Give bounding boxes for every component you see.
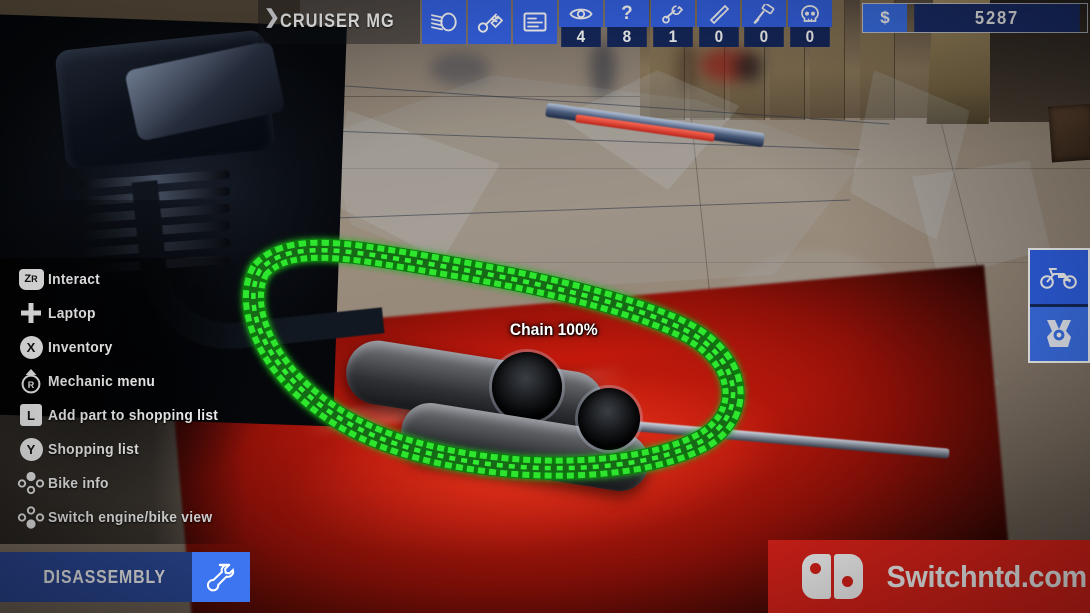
mode-icon-panel[interactable] [192,552,250,602]
mode-bar[interactable]: DISASSEMBLY [0,552,250,602]
dpad-down-icon [14,505,48,529]
paint-icon-wrap [742,0,787,27]
currency-symbol: $ [863,4,907,32]
key-tag-icon-button[interactable] [467,0,512,44]
rust-icon [801,4,819,22]
eye-icon [569,8,593,19]
mode-label: DISASSEMBLY [42,566,166,587]
motorcycle-icon [1040,268,1077,289]
key-tag-icon [477,13,503,33]
joycon-stick [842,576,853,587]
control-label: Laptop [48,304,96,322]
dpad-down-glyph [17,506,45,529]
order-list-icon-button[interactable] [513,0,558,44]
workbench-box [1048,103,1090,163]
bike-status-bar: ❯ CRUISER MG 4 ? 8 1 0 0 0 [258,0,833,47]
bike-view-button[interactable] [1030,250,1088,304]
paint-needed-icon [754,3,775,24]
watermark-text: Switchntd.com [886,558,1088,594]
zr-button-glyph: ZR [18,268,44,290]
stat-rust-value: 0 [790,27,830,47]
control-hint-add-part[interactable]: L Add part to shopping list [0,398,246,432]
engine-view-button[interactable] [1030,307,1088,361]
control-label: Bike info [48,474,109,492]
money-display: $ 5287 [862,3,1088,33]
controls-hint-panel: ZR Interact Laptop X Inventory R Mechani… [0,258,246,544]
l-button-glyph: L [20,404,42,426]
stat-unknown-value: 8 [607,27,647,47]
control-label: Mechanic menu [48,372,156,390]
dpad-up-glyph [17,471,45,495]
right-stick-glyph: R [21,369,41,394]
button-zr-icon: ZR [14,268,48,290]
chevron-right-icon: ❯ [264,7,280,28]
button-plus-icon [14,301,48,325]
dpad-up-icon [14,471,48,495]
stat-inspected-value: 4 [561,27,601,47]
headlight-icon [430,12,457,32]
part-name-label: Chain 100% [509,320,598,339]
question-icon-wrap: ? [605,0,649,27]
headlight-icon-button[interactable] [421,0,466,44]
stat-repair-value: 1 [653,27,693,47]
control-hint-inventory[interactable]: X Inventory [0,330,246,364]
control-label: Interact [48,270,101,288]
stat-inspected[interactable]: 4 [559,0,604,47]
control-hint-interact[interactable]: ZR Interact [0,262,246,296]
joycon-right-icon [834,554,863,599]
plus-button-glyph [21,303,41,323]
control-hint-laptop[interactable]: Laptop [0,296,246,330]
stat-polish-value: 0 [698,27,739,47]
control-label: Switch engine/bike view [48,508,213,526]
button-right-stick-icon: R [14,368,48,394]
bike-name-label: CRUISER MG [280,11,395,32]
stat-paint-value: 0 [744,27,785,47]
svg-text:R: R [28,380,35,390]
control-hint-mechanic-menu[interactable]: R Mechanic menu [0,364,246,398]
stat-unknown[interactable]: ? 8 [605,0,649,47]
engine-icon [1047,320,1071,347]
watermark: Switchntd.com [768,540,1090,613]
money-amount: 5287 [914,4,1080,32]
control-label: Inventory [48,338,113,356]
button-y-icon: Y [14,437,48,461]
wrench-icon [206,563,235,592]
bike-title-panel: ❯ CRUISER MG [258,0,420,44]
view-toggle-group[interactable] [1028,248,1090,363]
polish-needed-icon [709,4,729,24]
repair-icon-wrap [650,0,695,27]
stat-repair[interactable]: 1 [650,0,695,47]
game-screen: Chain 100% ❯ CRUISER MG 4 ? 8 1 0 0 0 $ … [0,0,1090,613]
mode-bar-label-panel: DISASSEMBLY [0,552,204,602]
control-label: Shopping list [48,440,139,458]
chain-highlight-outline [241,238,745,480]
eye-icon-wrap [559,0,604,27]
stat-polish[interactable]: 0 [696,0,741,47]
control-hint-switch-view[interactable]: Switch engine/bike view [0,500,246,534]
x-button-glyph: X [19,335,43,359]
polish-icon-wrap [696,0,741,27]
stat-rust[interactable]: 0 [788,0,833,47]
control-hint-bike-info[interactable]: Bike info [0,466,246,500]
background-bike [735,52,763,82]
stat-paint[interactable]: 0 [742,0,787,47]
repair-needed-icon [661,4,683,23]
control-hint-shopping-list[interactable]: Y Shopping list [0,432,246,466]
button-l-icon: L [14,404,48,426]
button-x-icon: X [14,335,48,359]
question-mark-icon: ? [621,3,633,24]
nintendo-switch-logo [802,554,863,599]
joycon-left-icon [802,554,831,599]
control-label: Add part to shopping list [48,406,219,424]
order-list-icon [523,12,547,32]
joycon-stick [810,563,821,574]
rust-icon-wrap [788,0,833,27]
y-button-glyph: Y [19,437,43,461]
